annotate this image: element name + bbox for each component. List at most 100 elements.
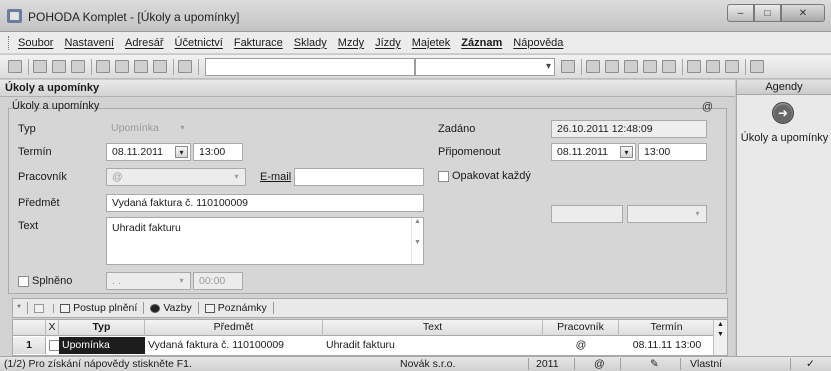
minimize-button[interactable]: – — [727, 4, 754, 22]
menu-zaznam[interactable]: Záznam — [461, 37, 502, 49]
close-button[interactable]: ✕ — [781, 4, 825, 22]
text-area[interactable]: Uhradit fakturu ▲ ▼ — [106, 217, 424, 265]
maximize-button[interactable]: □ — [754, 4, 781, 22]
menu-jizdy[interactable]: Jízdy — [375, 37, 401, 49]
status-bar: (1/2) Pro získání nápovědy stiskněte F1.… — [0, 356, 831, 371]
cell-predmet[interactable]: Vydaná faktura č. 110100009 — [145, 337, 323, 354]
folder-icon[interactable] — [586, 60, 600, 73]
opakovat-checkbox[interactable] — [438, 171, 449, 182]
termin-date-field[interactable]: 08.11.2011 ▾ — [106, 143, 191, 161]
opakovat-label: Opakovat každý — [452, 170, 531, 182]
quick-search-input[interactable] — [205, 57, 415, 76]
cell-text[interactable]: Uhradit fakturu — [323, 337, 543, 354]
print-preview-icon[interactable] — [33, 60, 47, 73]
document-icon[interactable] — [706, 60, 720, 73]
table-scrollbar[interactable]: ▲ ▼ — [713, 320, 727, 355]
detail-tabs: * Postup plnění Vazby Poznámky — [12, 298, 728, 318]
settings-icon[interactable] — [750, 60, 764, 73]
opakovat-interval-field — [551, 205, 623, 223]
calculator-icon[interactable] — [643, 60, 657, 73]
tab-new-row[interactable]: * — [17, 302, 29, 314]
menu-sklady[interactable]: Sklady — [294, 37, 327, 49]
copy-icon[interactable] — [178, 60, 192, 73]
text-scrollbar[interactable]: ▲ ▼ — [411, 218, 423, 264]
agendy-item-ukoly[interactable]: Úkoly a upomínky — [737, 132, 831, 144]
zadano-field: 26.10.2011 12:48:09 — [551, 120, 707, 138]
record-marker: @ — [701, 101, 713, 113]
status-help-text: (1/2) Pro získání nápovědy stiskněte F1. — [4, 358, 192, 370]
menu-nastaveni[interactable]: Nastavení — [64, 37, 114, 49]
status-divider — [574, 358, 575, 370]
termin-label: Termín — [18, 146, 52, 158]
new-record-icon[interactable] — [96, 60, 110, 73]
app-icon — [7, 9, 22, 23]
column-header-pracovnik[interactable]: Pracovník — [543, 320, 619, 336]
table-icon[interactable] — [624, 60, 638, 73]
toolbar-separator — [745, 58, 746, 75]
checkbox[interactable] — [49, 340, 59, 351]
print-icon[interactable] — [52, 60, 66, 73]
menu-majetek[interactable]: Majetek — [412, 37, 451, 49]
typ-select[interactable]: Upomínka ▾ — [106, 120, 191, 138]
tab-postup-plneni[interactable]: Postup plnění — [60, 302, 145, 314]
termin-time-value: 13:00 — [199, 146, 226, 158]
predmet-field[interactable]: Vydaná faktura č. 110100009 — [106, 194, 424, 212]
calendar-dropdown-icon[interactable]: ▾ — [620, 146, 633, 158]
calendar-dropdown-icon[interactable]: ▾ — [175, 146, 188, 158]
filter-select[interactable] — [415, 57, 555, 76]
menu-mzdy[interactable]: Mzdy — [338, 37, 364, 49]
agenda-icon[interactable] — [8, 60, 22, 73]
pracovnik-select[interactable]: @ ▾ — [106, 168, 246, 186]
table-row[interactable]: 1 Upomínka Vydaná faktura č. 110100009 U… — [13, 337, 727, 354]
edit-icon[interactable] — [115, 60, 129, 73]
tab-label: Postup plnění — [73, 302, 138, 314]
filter-icon[interactable] — [561, 60, 575, 73]
cell-typ[interactable]: Upomínka — [59, 337, 145, 354]
menu-napoveda[interactable]: Nápověda — [513, 37, 563, 49]
column-header-typ[interactable]: Typ — [59, 320, 145, 336]
cell-pracovnik[interactable]: @ — [543, 337, 619, 354]
tasks-icon[interactable]: ➜ — [772, 102, 794, 124]
chevron-down-icon: ▾ — [234, 172, 239, 181]
column-header-text[interactable]: Text — [323, 320, 543, 336]
menu-adresar[interactable]: Adresář — [125, 37, 164, 49]
tab-label: Vazby — [163, 302, 192, 314]
form-icon[interactable] — [725, 60, 739, 73]
column-header-predmet[interactable]: Předmět — [145, 320, 323, 336]
list-icon[interactable] — [687, 60, 701, 73]
check-icon[interactable]: ✓ — [806, 358, 815, 371]
email-field[interactable] — [294, 168, 424, 186]
pen-icon: ✎ — [650, 358, 659, 370]
toolbar-separator — [682, 58, 683, 75]
column-header-x[interactable]: X — [46, 320, 59, 336]
splneno-checkbox[interactable] — [18, 276, 29, 287]
save-icon[interactable] — [134, 60, 148, 73]
users-icon[interactable] — [662, 60, 676, 73]
termin-time-field[interactable]: 13:00 — [193, 143, 243, 161]
toolbar-separator — [91, 58, 92, 75]
status-divider — [680, 358, 681, 370]
filter-tab-icon[interactable] — [34, 303, 55, 313]
tab-vazby[interactable]: Vazby — [150, 302, 199, 314]
link-icon[interactable] — [605, 60, 619, 73]
pripomenout-time-value: 13:00 — [644, 146, 671, 158]
menu-fakturace[interactable]: Fakturace — [234, 37, 283, 49]
delete-icon[interactable] — [153, 60, 167, 73]
pripomenout-label: Připomenout — [438, 146, 501, 158]
menu-ucetnictvi[interactable]: Účetnictví — [175, 37, 223, 49]
typ-label: Typ — [18, 123, 36, 135]
main-area: Úkoly a upomínky Úkoly a upomínky @ Typ … — [0, 80, 735, 356]
pripomenout-date-field[interactable]: 08.11.2011 ▾ — [551, 143, 636, 161]
report-icon[interactable] — [71, 60, 85, 73]
text-value: Uhradit fakturu — [112, 222, 181, 234]
row-checkbox[interactable] — [49, 337, 59, 354]
cell-termin[interactable]: 08.11.11 13:00 — [619, 337, 715, 354]
tab-poznamky[interactable]: Poznámky — [204, 302, 274, 314]
pripomenout-time-field[interactable]: 13:00 — [638, 143, 707, 161]
email-link[interactable]: E-mail — [260, 171, 291, 183]
status-year: 2011 — [536, 358, 559, 370]
column-header-termin[interactable]: Termín — [619, 320, 715, 336]
toolbar-separator — [581, 58, 582, 75]
toolbar-separator — [28, 58, 29, 75]
menu-soubor[interactable]: Soubor — [18, 37, 53, 49]
